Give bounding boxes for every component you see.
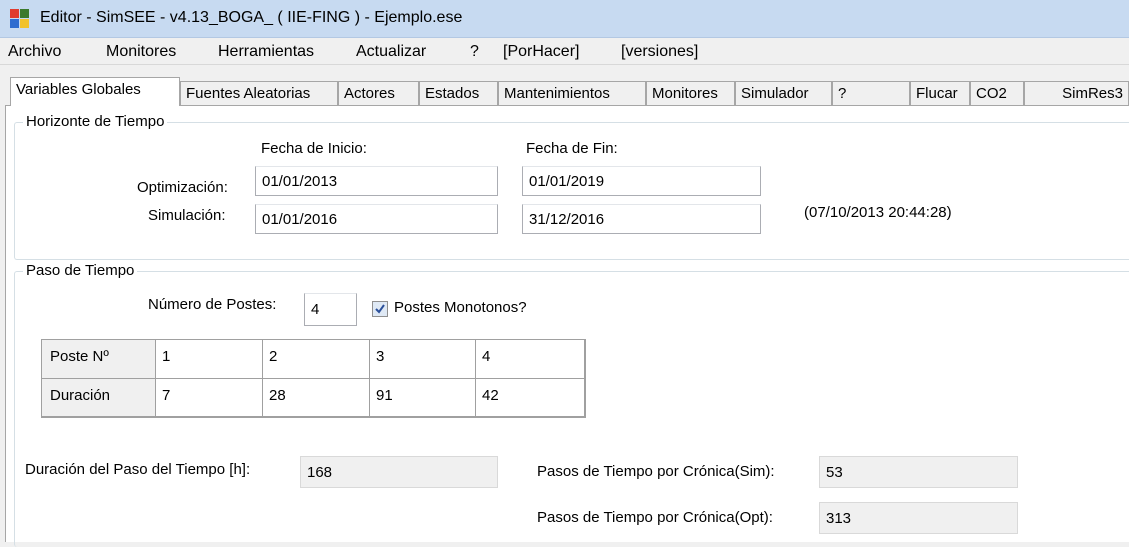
duracion-paso-label: Duración del Paso del Tiempo [h]: (25, 461, 251, 478)
tab-flucar[interactable]: Flucar (910, 81, 970, 105)
paso-tiempo-title: Paso de Tiempo (23, 262, 138, 279)
menu-herramientas[interactable]: Herramientas (218, 43, 314, 61)
sim-fecha-inicio-field[interactable] (255, 204, 498, 234)
grid-poste-1[interactable]: 1 (156, 340, 263, 379)
grid-row-header-duracion: Duración (42, 379, 156, 416)
tab-help[interactable]: ? (832, 81, 910, 105)
menu-actualizar[interactable]: Actualizar (356, 43, 426, 61)
simulacion-label: Simulación: (148, 207, 226, 224)
postes-monotonos-label[interactable]: Postes Monotonos? (394, 299, 527, 316)
pasos-opt-field[interactable] (819, 502, 1018, 534)
opt-fecha-inicio-field[interactable] (255, 166, 498, 196)
pasos-sim-label: Pasos de Tiempo por Crónica(Sim): (537, 463, 775, 480)
tab-mantenimientos[interactable]: Mantenimientos (498, 81, 646, 105)
pasos-opt-label: Pasos de Tiempo por Crónica(Opt): (537, 509, 773, 526)
checkmark-icon (375, 304, 385, 314)
timestamp-label: (07/10/2013 20:44:28) (804, 204, 952, 221)
title-bar[interactable]: Editor - SimSEE - v4.13_BOGA_ ( IIE-FING… (0, 0, 1129, 38)
num-postes-field[interactable] (304, 293, 357, 326)
tab-monitores[interactable]: Monitores (646, 81, 735, 105)
duracion-paso-field[interactable] (300, 456, 498, 488)
app-icon-blue-square (10, 19, 19, 28)
num-postes-label: Número de Postes: (148, 296, 277, 313)
window-title: Editor - SimSEE - v4.13_BOGA_ ( IIE-FING… (40, 9, 463, 26)
menu-porhacer[interactable]: [PorHacer] (503, 43, 579, 61)
grid-poste-2[interactable]: 2 (263, 340, 370, 379)
pasos-sim-field[interactable] (819, 456, 1018, 488)
opt-fecha-fin-field[interactable] (522, 166, 761, 196)
menu-help[interactable]: ? (470, 43, 479, 61)
sim-fecha-fin-field[interactable] (522, 204, 761, 234)
menu-archivo[interactable]: Archivo (8, 43, 61, 61)
tab-fuentes-aleatorias[interactable]: Fuentes Aleatorias (180, 81, 338, 105)
postes-grid: Poste Nº 1 2 3 4 Duración 7 28 91 42 (41, 339, 586, 418)
menu-bar: Archivo Monitores Herramientas Actualiza… (0, 38, 1129, 65)
app-icon-yellow-square (20, 19, 29, 28)
tab-estados[interactable]: Estados (419, 81, 498, 105)
variables-globales-page: Horizonte de Tiempo Fecha de Inicio: Fec… (5, 105, 1129, 547)
grid-duracion-2[interactable]: 28 (263, 379, 370, 416)
grid-duracion-1[interactable]: 7 (156, 379, 263, 416)
tab-simulador[interactable]: Simulador (735, 81, 832, 105)
horizonte-title: Horizonte de Tiempo (23, 113, 168, 130)
grid-duracion-4[interactable]: 42 (476, 379, 584, 416)
menu-monitores[interactable]: Monitores (106, 43, 176, 61)
postes-monotonos-checkbox[interactable] (372, 301, 388, 317)
tab-variables-globales[interactable]: Variables Globales (10, 77, 180, 106)
tab-co2[interactable]: CO2 (970, 81, 1024, 105)
fecha-inicio-label: Fecha de Inicio: (261, 140, 367, 157)
grid-poste-4[interactable]: 4 (476, 340, 584, 379)
grid-poste-3[interactable]: 3 (370, 340, 476, 379)
grid-row-header-poste: Poste Nº (42, 340, 156, 379)
tab-actores[interactable]: Actores (338, 81, 419, 105)
simsee-app-icon (10, 9, 30, 29)
optimizacion-label: Optimización: (137, 179, 228, 196)
fecha-fin-label: Fecha de Fin: (526, 140, 618, 157)
menu-versiones[interactable]: [versiones] (621, 43, 698, 61)
tab-simres3[interactable]: SimRes3 (1024, 81, 1129, 105)
app-icon-green-square (20, 9, 29, 18)
app-icon-red-square (10, 9, 19, 18)
tab-strip: Variables Globales Fuentes Aleatorias Ac… (0, 76, 1129, 106)
grid-duracion-3[interactable]: 91 (370, 379, 476, 416)
